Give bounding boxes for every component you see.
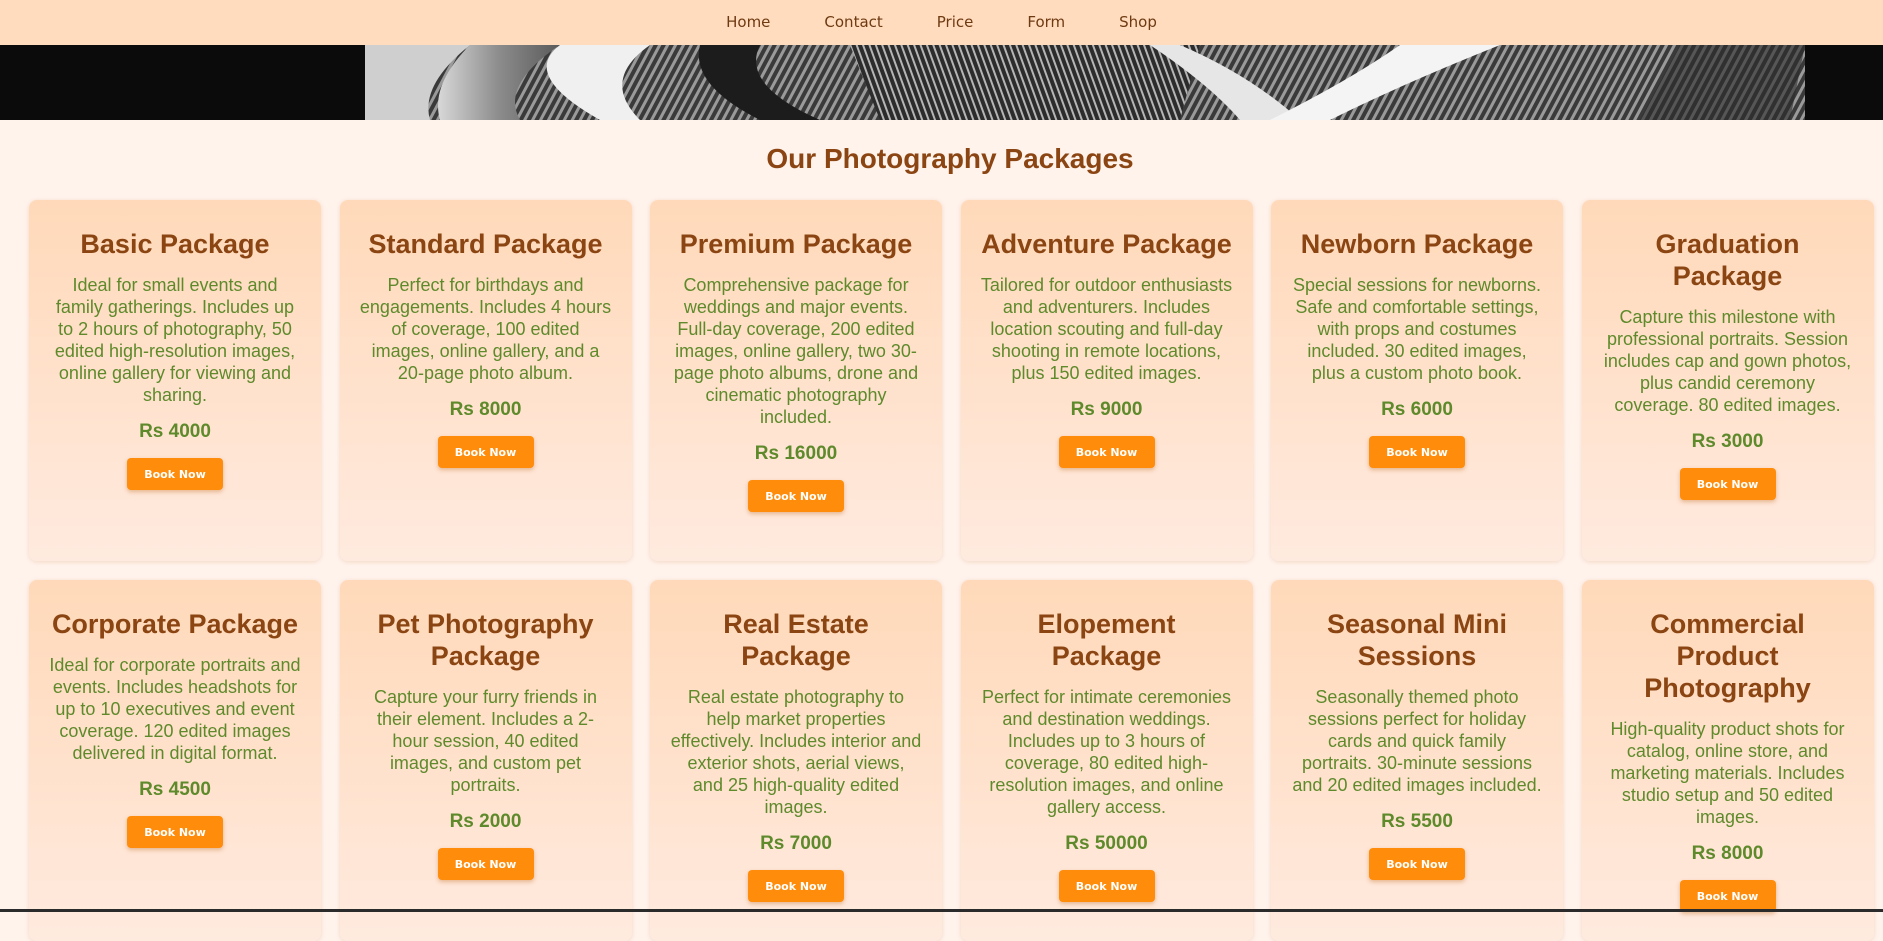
book-now-button[interactable]: Book Now — [1369, 436, 1465, 468]
nav-link-shop[interactable]: Shop — [1092, 0, 1184, 45]
package-card-graduation: Graduation Package Capture this mileston… — [1581, 200, 1874, 561]
package-title: Elopement Package — [1037, 609, 1176, 671]
package-card-commercial-product: Commercial Product Photography High-qual… — [1581, 580, 1874, 941]
section-title: Our Photography Packages — [766, 143, 1134, 174]
packages-grid: Basic Package Ideal for small events and… — [29, 200, 1874, 941]
package-card-elopement: Elopement Package Perfect for intimate c… — [960, 580, 1253, 941]
nav-link-price[interactable]: Price — [910, 0, 1001, 45]
package-card-real-estate: Real Estate Package Real estate photogra… — [650, 580, 942, 941]
package-description: High-quality product shots for catalog, … — [1610, 719, 1845, 827]
package-title: Commercial Product Photography — [1644, 609, 1811, 703]
package-price: Rs 8000 — [1691, 843, 1764, 864]
package-card-basic: Basic Package Ideal for small events and… — [29, 200, 321, 561]
book-now-button[interactable]: Book Now — [1679, 468, 1776, 500]
package-price: Rs 50000 — [1065, 833, 1148, 854]
package-price: Rs 4500 — [139, 779, 211, 800]
top-nav: Home Contact Price Form Shop — [0, 0, 1883, 45]
package-price: Rs 2000 — [449, 811, 522, 832]
package-price: Rs 5500 — [1381, 811, 1453, 832]
package-title: Real Estate Package — [723, 609, 869, 671]
package-price: Rs 8000 — [449, 399, 522, 420]
package-card-newborn: Newborn Package Special sessions for new… — [1271, 200, 1563, 561]
package-title: Adventure Package — [981, 229, 1232, 259]
package-description: Tailored for outdoor enthusiasts and adv… — [980, 275, 1233, 383]
package-description: Perfect for intimate ceremonies and dest… — [981, 687, 1232, 817]
package-card-corporate: Corporate Package Ideal for corporate po… — [29, 580, 321, 941]
book-now-button[interactable]: Book Now — [127, 458, 223, 490]
package-price: Rs 7000 — [760, 833, 832, 854]
package-description: Capture this milestone with professional… — [1603, 307, 1852, 415]
book-now-button[interactable]: Book Now — [1679, 880, 1776, 912]
package-description: Seasonally themed photo sessions perfect… — [1292, 687, 1542, 795]
package-title: Graduation Package — [1655, 229, 1800, 291]
package-price: Rs 3000 — [1691, 431, 1764, 452]
package-title: Corporate Package — [51, 609, 299, 639]
package-description: Special sessions for newborns. Safe and … — [1292, 275, 1542, 383]
package-description: Ideal for corporate portraits and events… — [49, 655, 301, 763]
package-card-seasonal-mini: Seasonal Mini Sessions Seasonally themed… — [1271, 580, 1563, 941]
package-price: Rs 6000 — [1381, 399, 1453, 420]
package-description: Capture your furry friends in their elem… — [373, 687, 598, 795]
package-description: Comprehensive package for weddings and m… — [673, 275, 919, 427]
book-now-button[interactable]: Book Now — [437, 436, 534, 468]
book-now-button[interactable]: Book Now — [1369, 848, 1465, 880]
package-price: Rs 4000 — [139, 421, 211, 442]
nav-link-home[interactable]: Home — [699, 0, 797, 45]
package-description: Perfect for birthdays and engagements. I… — [359, 275, 612, 383]
book-now-button[interactable]: Book Now — [748, 480, 844, 512]
book-now-button[interactable]: Book Now — [748, 870, 844, 902]
book-now-button[interactable]: Book Now — [1058, 436, 1155, 468]
package-title: Pet Photography Package — [377, 609, 594, 671]
package-description: Ideal for small events and family gather… — [54, 275, 296, 405]
package-card-standard: Standard Package Perfect for birthdays a… — [339, 200, 632, 561]
package-title: Premium Package — [679, 229, 913, 259]
nav-link-contact[interactable]: Contact — [797, 0, 909, 45]
package-price: Rs 16000 — [754, 443, 838, 464]
nav-link-form[interactable]: Form — [1000, 0, 1092, 45]
package-card-premium: Premium Package Comprehensive package fo… — [650, 200, 942, 561]
package-price: Rs 9000 — [1070, 399, 1143, 420]
package-card-adventure: Adventure Package Tailored for outdoor e… — [960, 200, 1253, 561]
package-title: Seasonal Mini Sessions — [1326, 609, 1508, 671]
hero-banner-image — [0, 45, 1883, 120]
book-now-button[interactable]: Book Now — [437, 848, 534, 880]
book-now-button[interactable]: Book Now — [1058, 870, 1155, 902]
book-now-button[interactable]: Book Now — [127, 816, 223, 848]
package-card-pet: Pet Photography Package Capture your fur… — [339, 580, 632, 941]
package-title: Newborn Package — [1300, 229, 1534, 259]
package-description: Real estate photography to help market p… — [670, 687, 922, 817]
package-title: Basic Package — [80, 229, 270, 259]
package-title: Standard Package — [368, 229, 603, 259]
